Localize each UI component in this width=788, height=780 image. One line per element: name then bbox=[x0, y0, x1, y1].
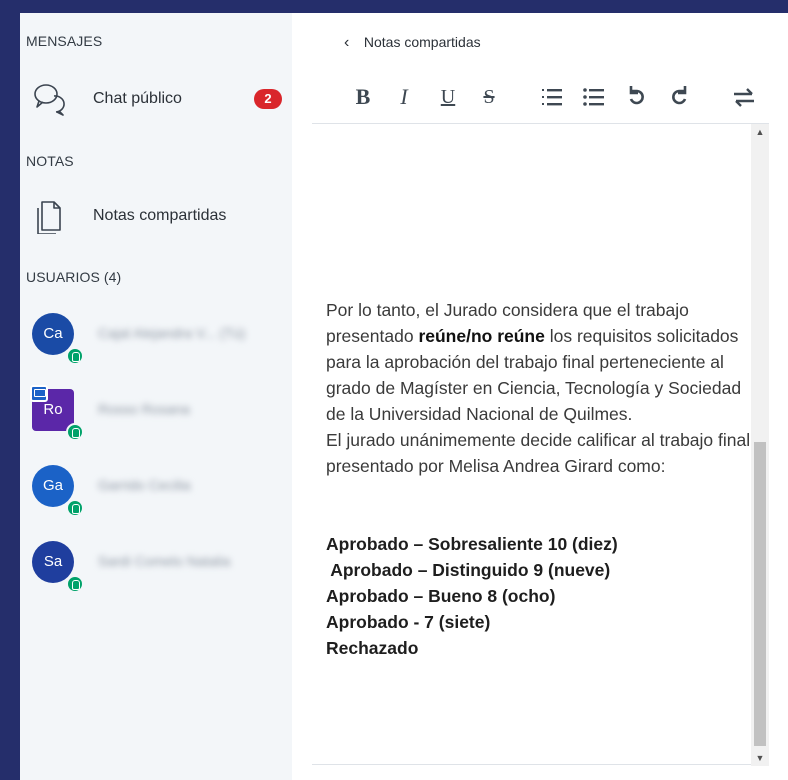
unread-badge: 2 bbox=[254, 89, 282, 109]
bullet-list-icon[interactable] bbox=[582, 79, 606, 115]
sidebar: MENSAJES Chat público 2 NOTAS Notas comp… bbox=[20, 13, 292, 780]
chevron-left-icon: ‹ bbox=[344, 34, 350, 51]
microphone-status-icon bbox=[66, 423, 84, 441]
grade-option: Aprobado – Distinguido 9 (nueve) bbox=[326, 560, 611, 580]
public-chat-item[interactable]: Chat público 2 bbox=[20, 77, 292, 121]
back-button[interactable]: ‹ Notas compartidas bbox=[344, 34, 481, 52]
grade-option: Aprobado – Sobresaliente 10 (diez) bbox=[326, 534, 618, 554]
scrollbar[interactable]: ▲ ▼ bbox=[751, 124, 769, 766]
document-icon bbox=[37, 201, 61, 234]
bold-button[interactable]: B bbox=[350, 79, 376, 115]
user-item[interactable]: Ro Rosso Rosana bbox=[20, 381, 292, 453]
chat-bubbles-icon bbox=[34, 84, 65, 116]
user-name: Rosso Rosana bbox=[98, 401, 190, 417]
underline-button[interactable]: U bbox=[437, 79, 459, 115]
messages-section-title: MENSAJES bbox=[26, 33, 103, 49]
shared-notes-item[interactable]: Notas compartidas bbox=[20, 194, 292, 238]
user-name: Garrido Cecilia bbox=[98, 477, 191, 493]
grade-option: Aprobado – Bueno 8 (ocho) bbox=[326, 586, 556, 606]
microphone-status-icon bbox=[66, 347, 84, 365]
grade-option: Rechazado bbox=[326, 638, 419, 658]
scroll-down-icon[interactable]: ▼ bbox=[751, 750, 769, 766]
bold-text: reúne/no reúne bbox=[418, 326, 545, 346]
italic-button[interactable]: I bbox=[394, 79, 414, 115]
undo-icon[interactable] bbox=[626, 79, 648, 115]
redo-icon[interactable] bbox=[668, 79, 690, 115]
notes-editor[interactable]: Por lo tanto, el Jurado considera que el… bbox=[312, 123, 769, 766]
microphone-status-icon bbox=[66, 499, 84, 517]
document-content: Por lo tanto, el Jurado considera que el… bbox=[326, 297, 756, 661]
user-name: Cajal Alejandra V... (Tú) bbox=[98, 325, 246, 341]
import-export-icon[interactable] bbox=[732, 79, 756, 115]
editor-toolbar: B I U S bbox=[292, 79, 788, 119]
grade-option: Aprobado - 7 (siete) bbox=[326, 612, 491, 632]
grade-options: Aprobado – Sobresaliente 10 (diez) Aprob… bbox=[326, 531, 756, 661]
user-item[interactable]: Sa Sardi Comelo Natalia bbox=[20, 533, 292, 605]
microphone-status-icon bbox=[66, 575, 84, 593]
user-item[interactable]: Ca Cajal Alejandra V... (Tú) bbox=[20, 305, 292, 377]
presenter-icon bbox=[30, 385, 48, 402]
scroll-thumb[interactable] bbox=[754, 442, 766, 746]
public-chat-label: Chat público bbox=[93, 90, 182, 107]
ordered-list-icon[interactable] bbox=[540, 79, 564, 115]
scroll-up-icon[interactable]: ▲ bbox=[751, 124, 769, 140]
notes-section-title: NOTAS bbox=[26, 153, 74, 169]
strikethrough-button[interactable]: S bbox=[478, 79, 500, 115]
document-paragraph: El jurado unánimemente decide calificar … bbox=[326, 430, 751, 476]
document-paragraph: Por lo tanto, el Jurado considera que el… bbox=[326, 297, 756, 427]
panel-title: Notas compartidas bbox=[363, 34, 481, 50]
shared-notes-label: Notas compartidas bbox=[93, 207, 227, 224]
user-item[interactable]: Ga Garrido Cecilia bbox=[20, 457, 292, 529]
user-name: Sardi Comelo Natalia bbox=[98, 553, 231, 569]
users-section-title: USUARIOS (4) bbox=[26, 269, 122, 285]
shared-notes-panel: ‹ Notas compartidas B I U S Por lo tanto… bbox=[292, 13, 788, 780]
